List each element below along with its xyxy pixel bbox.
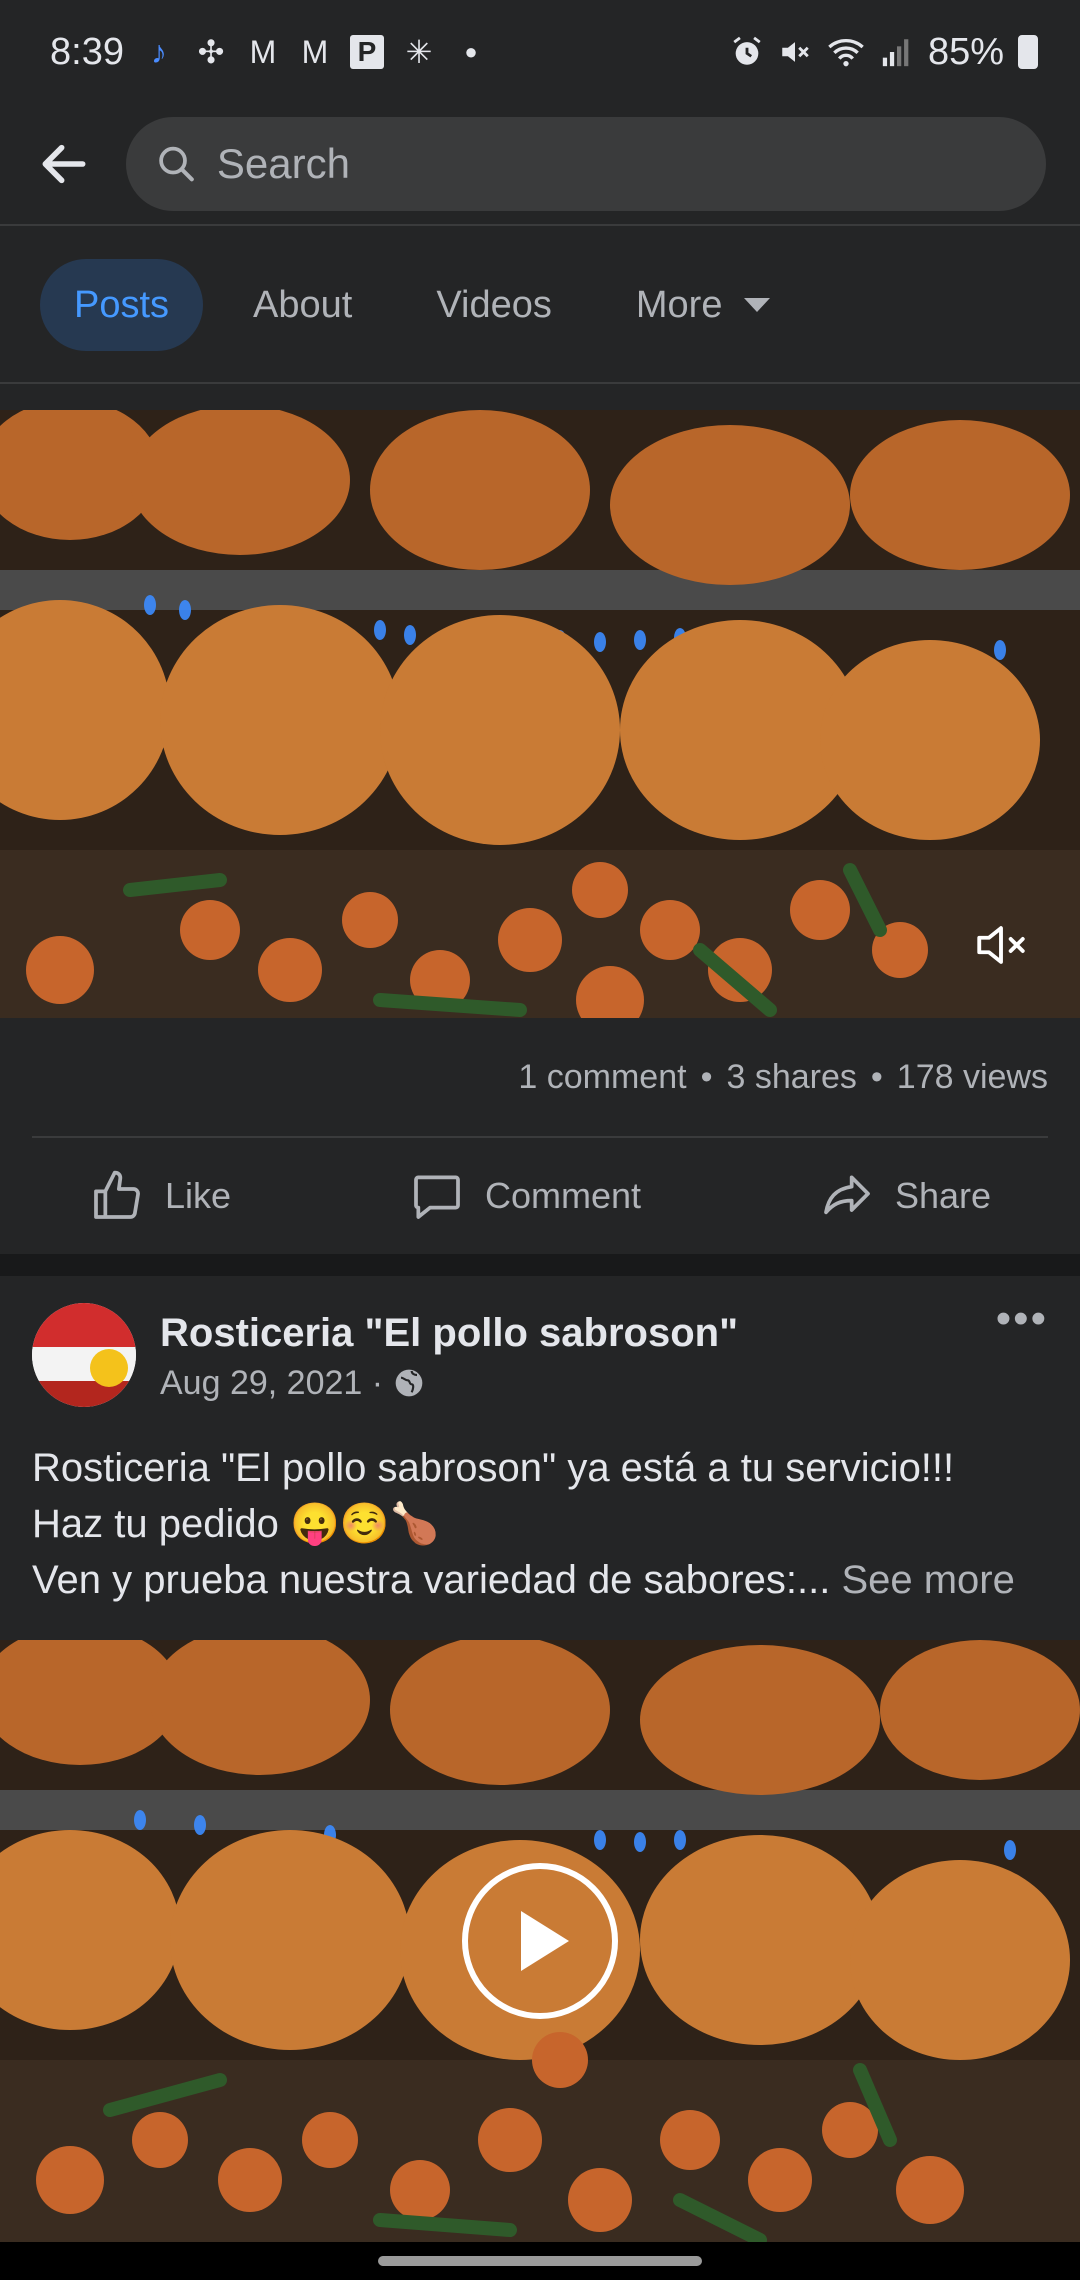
- sound-off-icon[interactable]: [972, 916, 1030, 974]
- post-text: Rosticeria "El pollo sabroson" ya está a…: [32, 1440, 1048, 1608]
- tab-about[interactable]: About: [219, 259, 386, 351]
- wifi-icon: [828, 39, 864, 67]
- post-date[interactable]: Aug 29, 2021 ·: [160, 1364, 383, 1403]
- like-button[interactable]: Like: [89, 1168, 231, 1224]
- pinwheel-icon: ✣: [197, 34, 225, 70]
- search-header: [0, 104, 1080, 226]
- post-text-line: Ven y prueba nuestra variedad de sabores…: [32, 1558, 831, 1602]
- status-bar-right: 85%: [730, 31, 1038, 74]
- post-video[interactable]: [0, 410, 1080, 1018]
- battery-icon: [1018, 35, 1038, 69]
- gmail-icon: M: [249, 33, 277, 70]
- like-label: Like: [164, 1175, 232, 1216]
- back-arrow-icon[interactable]: [34, 134, 94, 194]
- see-more-link[interactable]: See more: [841, 1558, 1014, 1602]
- post-meta: Rosticeria "El pollo sabroson" Aug 29, 2…: [160, 1308, 996, 1403]
- avatar[interactable]: [32, 1303, 136, 1407]
- separator-dot: •: [700, 1057, 713, 1096]
- globe-icon: [395, 1369, 423, 1397]
- walmart-spark-icon: ✳: [405, 34, 433, 70]
- post-header: Rosticeria "El pollo sabroson" Aug 29, 2…: [32, 1294, 1048, 1410]
- mute-icon: [782, 42, 809, 62]
- thumbs-up-icon: [94, 1170, 140, 1219]
- post-stats: 1 comment • 3 shares • 178 views: [32, 1018, 1048, 1138]
- play-icon: [521, 1911, 569, 1971]
- tab-label: Videos: [436, 283, 552, 326]
- more-options-icon[interactable]: •••: [996, 1294, 1048, 1344]
- status-bar: 8:39 ♪ ✣ M M P ✳ ● 85%: [0, 0, 1080, 104]
- tab-label: Posts: [74, 283, 170, 326]
- view-count: 178 views: [896, 1057, 1048, 1096]
- comment-bubble-icon: [414, 1175, 460, 1219]
- music-note-icon: ♪: [150, 33, 167, 70]
- page-tabs: Posts About Videos More: [0, 228, 1080, 384]
- post-text-line: Rosticeria "El pollo sabroson" ya está a…: [32, 1446, 955, 1490]
- gmail-icon: M: [301, 33, 329, 70]
- post-video[interactable]: [0, 1640, 1080, 2242]
- share-arrow-icon: [824, 1175, 870, 1215]
- status-bar-left: 8:39 ♪ ✣ M M P ✳ ●: [50, 31, 488, 74]
- caret-down-icon: [744, 298, 771, 312]
- tab-label: More: [635, 283, 723, 326]
- search-input[interactable]: [216, 140, 1016, 188]
- home-gesture-pill[interactable]: [378, 2256, 702, 2266]
- post-actions: Like Comment Share: [0, 1140, 1080, 1252]
- facebook-page-screen: 8:39 ♪ ✣ M M P ✳ ● 85% Posts Abou: [0, 0, 1080, 2280]
- search-box[interactable]: [126, 117, 1046, 211]
- comment-label: Comment: [484, 1175, 641, 1216]
- share-button[interactable]: Share: [819, 1168, 991, 1224]
- rotisserie-chicken-image: [0, 410, 1080, 1018]
- separator-dot: •: [870, 1057, 883, 1096]
- dot-icon: ●: [464, 39, 478, 64]
- tab-label: About: [253, 283, 353, 326]
- feed-divider: [0, 1254, 1080, 1276]
- status-time: 8:39: [50, 30, 124, 73]
- tab-more[interactable]: More: [602, 259, 805, 351]
- post-date-row: Aug 29, 2021 ·: [160, 1364, 996, 1403]
- post-author-name[interactable]: Rosticeria "El pollo sabroson": [160, 1308, 996, 1358]
- post-text-line: Haz tu pedido 😛☺️🍗: [32, 1502, 440, 1546]
- tab-videos[interactable]: Videos: [402, 259, 586, 351]
- post-text-line-last: Ven y prueba nuestra variedad de sabores…: [32, 1552, 1048, 1608]
- search-icon: [159, 146, 194, 182]
- parking-icon: P: [349, 35, 384, 69]
- play-button[interactable]: [462, 1863, 618, 2019]
- battery-percent: 85%: [927, 30, 1004, 73]
- signal-icon: [882, 39, 909, 67]
- share-label: Share: [894, 1175, 992, 1216]
- comment-button[interactable]: Comment: [409, 1168, 641, 1224]
- share-count[interactable]: 3 shares: [726, 1058, 856, 1097]
- comment-count[interactable]: 1 comment: [518, 1058, 686, 1097]
- tab-posts[interactable]: Posts: [40, 259, 204, 351]
- alarm-icon: [733, 36, 761, 65]
